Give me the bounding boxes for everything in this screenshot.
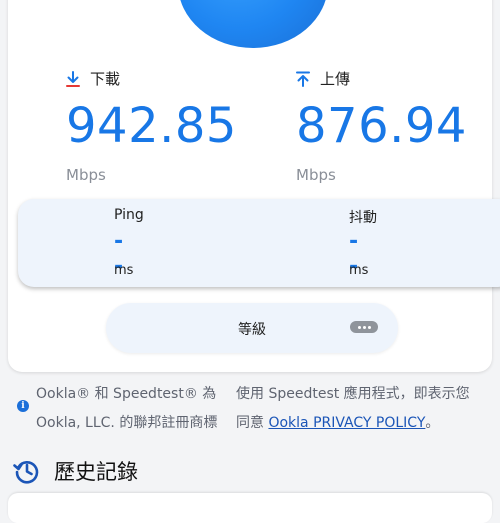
history-title: 歷史記錄 <box>54 460 138 484</box>
download-value: 942.85 <box>66 98 237 154</box>
upload-label: 上傳 <box>320 70 351 88</box>
privacy-policy-link[interactable]: Ookla PRIVACY POLICY <box>268 415 425 431</box>
latency-panel: Ping -- ms 抖動 -- ms <box>18 199 500 287</box>
trademark-notice: Ookla® 和 Speedtest® 為 Ookla, LLC. 的聯邦註冊商… <box>36 380 217 438</box>
privacy-line-1: 使用 Speedtest 應用程式，即表示您 <box>236 386 470 402</box>
privacy-suffix: 。 <box>425 415 440 431</box>
download-label: 下載 <box>90 70 121 88</box>
privacy-line-2: 同意 Ookla PRIVACY POLICY。 <box>236 409 470 438</box>
speedtest-globe-graphic <box>178 0 328 48</box>
trademark-line-2: Ookla, LLC. 的聯邦註冊商標 <box>36 415 218 431</box>
jitter-label: 抖動 <box>349 210 377 226</box>
upload-arrow-icon <box>296 71 310 87</box>
jitter-unit: ms <box>349 263 369 278</box>
download-unit: Mbps <box>66 166 106 184</box>
upload-value: 876.94 <box>296 98 467 154</box>
upload-label-group: 上傳 <box>296 68 350 89</box>
upload-unit: Mbps <box>296 166 336 184</box>
more-icon <box>350 321 378 333</box>
privacy-notice: 使用 Speedtest 應用程式，即表示您 同意 Ookla PRIVACY … <box>236 380 470 438</box>
ping-unit: ms <box>114 263 134 278</box>
result-card: 下載 942.85 Mbps 上傳 876.94 Mbps 等級 <box>8 0 492 372</box>
history-list-card <box>8 493 492 523</box>
download-arrow-icon <box>66 70 80 87</box>
info-icon: i <box>17 400 29 412</box>
grade-button[interactable]: 等級 <box>106 303 398 353</box>
privacy-prefix: 同意 <box>236 415 264 431</box>
ping-label: Ping <box>114 207 144 223</box>
history-icon <box>13 460 39 484</box>
download-label-group: 下載 <box>66 68 120 89</box>
trademark-line-1: Ookla® 和 Speedtest® 為 <box>36 386 217 402</box>
history-header: 歷史記錄 <box>12 456 138 486</box>
